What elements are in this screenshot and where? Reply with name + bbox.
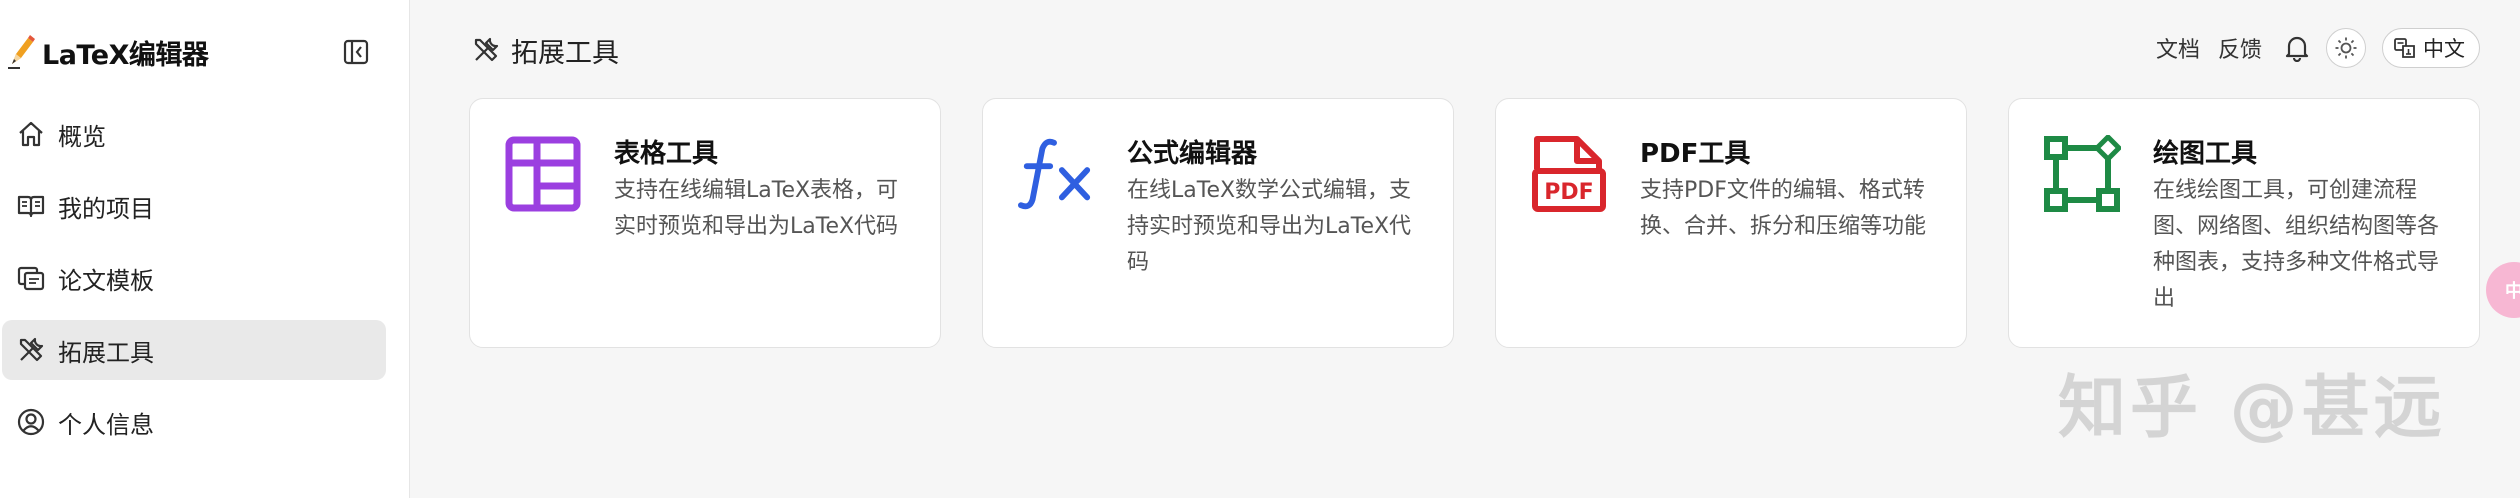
svg-text:PDF: PDF (1544, 180, 1593, 205)
sidebar-nav: 概览 我的项目 论文模板 拓展工具 个人信息 (0, 104, 386, 464)
card-title: 表格工具 (614, 139, 719, 169)
app-title: LaTeX编辑器 (42, 39, 209, 71)
pdf-icon: PDF (1530, 135, 1608, 213)
sidebar-item-tools[interactable]: 拓展工具 (2, 320, 386, 380)
sun-icon (2335, 37, 2357, 59)
brand[interactable]: LaTeX编辑器 (6, 30, 209, 74)
card-title: 绘图工具 (2153, 139, 2258, 169)
sidebar-item-label: 概览 (58, 122, 106, 151)
notifications-button[interactable] (2280, 31, 2314, 65)
top-bar: 文档 反馈 中文 (2138, 26, 2480, 70)
docs-link[interactable]: 文档 (2156, 32, 2200, 64)
theme-toggle-button[interactable] (2326, 28, 2366, 68)
sidebar-item-label: 我的项目 (58, 194, 154, 223)
language-label: 中文 (2423, 37, 2465, 61)
tools-icon (469, 33, 503, 67)
card-description: 在线LaTeX数学公式编辑，支持实时预览和导出为LaTeX代码 (1127, 178, 1412, 275)
collapse-sidebar-button[interactable] (340, 36, 372, 68)
function-icon (1017, 135, 1095, 213)
templates-icon (14, 261, 48, 295)
card-title: PDF工具 (1640, 139, 1751, 169)
sidebar-item-label: 论文模板 (58, 266, 154, 295)
tool-card-formula[interactable]: 公式编辑器 在线LaTeX数学公式编辑，支持实时预览和导出为LaTeX代码 (982, 98, 1454, 348)
book-icon (14, 189, 48, 223)
page-title: 拓展工具 (469, 28, 619, 72)
feedback-link[interactable]: 反馈 (2218, 32, 2262, 64)
tool-cards: 表格工具 支持在线编辑LaTeX表格，可实时预览和导出为LaTeX代码 公式编辑… (469, 98, 2520, 348)
sidebar-item-overview[interactable]: 概览 (2, 104, 386, 164)
table-icon (504, 135, 582, 213)
sidebar-item-label: 个人信息 (58, 410, 154, 439)
tools-icon (14, 333, 48, 367)
home-icon (14, 117, 48, 151)
sidebar-collapse-icon (343, 39, 369, 65)
card-description: 支持在线编辑LaTeX表格，可实时预览和导出为LaTeX代码 (614, 178, 899, 239)
tool-card-drawing[interactable]: 绘图工具 在线绘图工具，可创建流程图、网络图、组织结构图等各种图表，支持多种文件… (2008, 98, 2480, 348)
user-icon (14, 405, 48, 439)
card-description: 在线绘图工具，可创建流程图、网络图、组织结构图等各种图表，支持多种文件格式导出 (2153, 178, 2440, 311)
card-title: 公式编辑器 (1127, 139, 1258, 169)
tool-card-table[interactable]: 表格工具 支持在线编辑LaTeX表格，可实时预览和导出为LaTeX代码 (469, 98, 941, 348)
language-switch-button[interactable]: 中文 (2382, 28, 2480, 68)
sidebar-item-projects[interactable]: 我的项目 (2, 176, 386, 236)
sidebar-item-label: 拓展工具 (58, 338, 154, 367)
watermark: 知乎 @甚远 (2058, 369, 2446, 448)
page-title-text: 拓展工具 (511, 37, 619, 69)
sidebar-item-templates[interactable]: 论文模板 (2, 248, 386, 308)
sidebar: LaTeX编辑器 概览 我的项目 论文模板 拓展工具 个人信息 (0, 0, 410, 498)
translate-icon (2394, 38, 2415, 58)
tool-card-pdf[interactable]: PDF PDF工具 支持PDF文件的编辑、格式转换、合并、拆分和压缩等功能 (1495, 98, 1967, 348)
diagram-icon (2043, 135, 2121, 213)
pencil-logo-icon (8, 35, 35, 69)
card-description: 支持PDF文件的编辑、格式转换、合并、拆分和压缩等功能 (1640, 178, 1927, 239)
sidebar-item-profile[interactable]: 个人信息 (2, 392, 386, 452)
bell-icon (2285, 36, 2309, 62)
